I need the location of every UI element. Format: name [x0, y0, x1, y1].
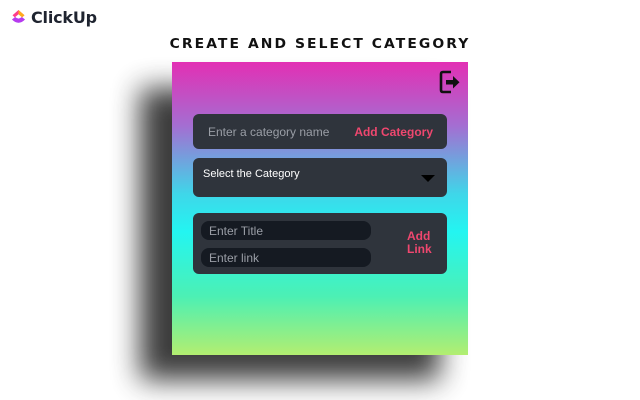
add-link-button[interactable]: Add Link — [407, 230, 443, 256]
category-name-input[interactable] — [208, 124, 355, 139]
logout-icon[interactable] — [439, 70, 461, 94]
link-url-input[interactable] — [201, 248, 371, 267]
add-link-label-line1: Add — [407, 229, 431, 243]
brand-name: ClickUp — [31, 8, 97, 27]
category-select-value: Select the Category — [203, 168, 300, 180]
caret-down-icon — [421, 175, 435, 182]
brand-logo: ClickUp — [10, 8, 97, 27]
add-link-card: Add Link — [193, 213, 447, 274]
add-category-button[interactable]: Add Category — [354, 125, 433, 139]
category-select[interactable]: Select the Category — [193, 158, 447, 197]
link-title-input[interactable] — [201, 221, 371, 240]
clickup-logo-icon — [12, 10, 25, 23]
add-link-label-line2: Link — [407, 242, 432, 256]
extension-panel: Add Category Select the Category Add Lin… — [172, 62, 468, 355]
add-category-card: Add Category — [193, 114, 447, 149]
page-heading: CREATE AND SELECT CATEGORY — [169, 36, 471, 52]
